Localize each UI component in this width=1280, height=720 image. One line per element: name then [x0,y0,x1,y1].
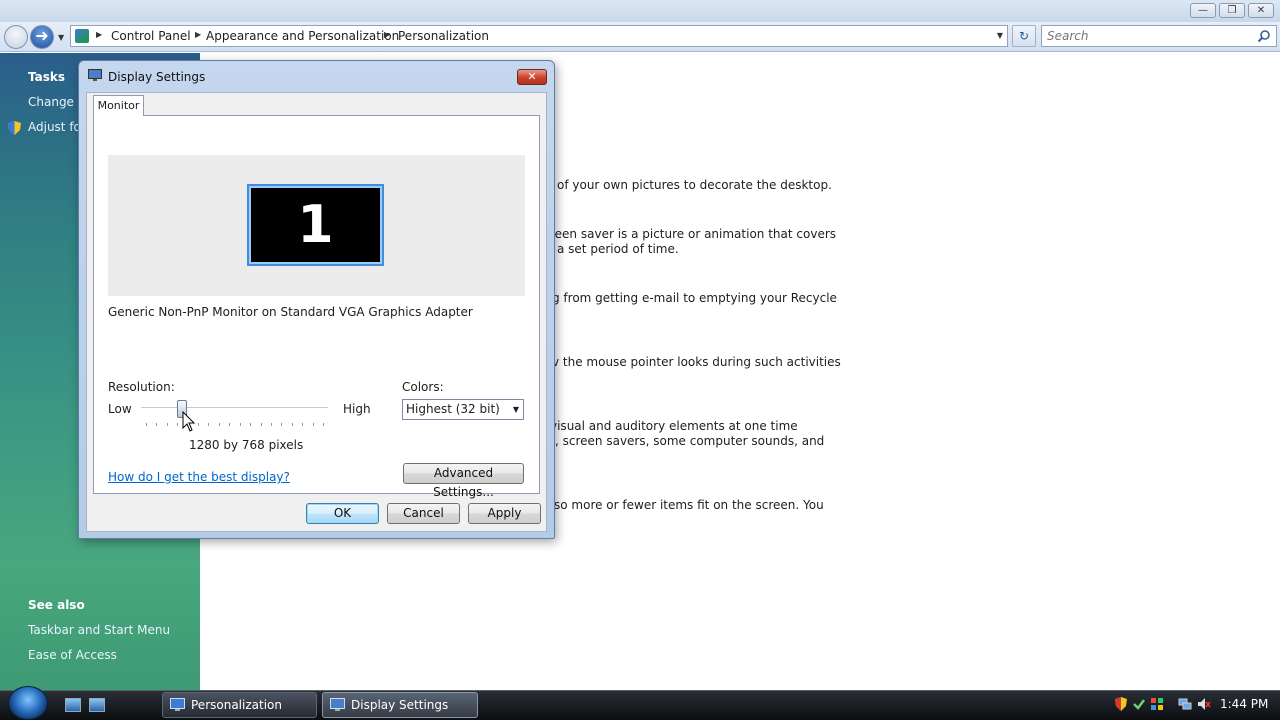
network-icon[interactable] [1178,697,1192,711]
chevron-down-icon: ▼ [512,405,519,414]
maximize-button[interactable]: ❐ [1219,3,1245,18]
network-check-icon[interactable] [1132,697,1146,711]
search-icon[interactable] [1257,29,1271,43]
breadcrumb-control-panel[interactable]: Control Panel [111,29,191,43]
colors-selected-value: Highest (32 bit) [406,402,500,416]
resolution-slider-track[interactable] [141,407,328,409]
address-dropdown-icon[interactable]: ▼ [997,31,1003,40]
slider-tick [208,423,210,426]
control-panel-icon [75,29,89,43]
slider-tick [312,423,314,426]
slider-tick [323,423,324,426]
apply-button[interactable]: Apply [468,503,541,524]
mouse-pointer-icon [182,411,196,432]
volume-muted-icon[interactable] [1197,697,1211,711]
colors-label: Colors: [402,380,444,394]
dialog-close-button[interactable]: ✕ [517,69,547,85]
see-also-heading: See also [28,598,85,612]
monitor-1-tile[interactable]: 1 [247,184,384,266]
ok-button[interactable]: OK [306,503,379,524]
breadcrumb-appearance[interactable]: Appearance and Personalization [206,29,399,43]
uac-shield-icon [8,121,21,135]
close-window-button[interactable]: ✕ [1248,3,1274,18]
monitor-description: Generic Non-PnP Monitor on Standard VGA … [108,305,473,319]
taskbar-display-settings-label: Display Settings [351,698,449,712]
slider-tick [260,423,262,426]
taskbar-start-menu-link[interactable]: Taskbar and Start Menu [28,623,170,637]
slider-tick [218,423,220,426]
switch-windows-icon[interactable] [89,698,105,712]
slider-low-label: Low [108,402,132,416]
tasks-heading: Tasks [28,70,66,84]
monitor-arrangement-preview: 1 [108,155,525,296]
windows-sidebar-icon[interactable] [1150,697,1164,711]
taskbar-personalization[interactable]: Personalization [162,692,317,718]
slider-tick [198,423,200,426]
theme-description-2: , screen savers, some computer sounds, a… [555,434,825,448]
resolution-label: Resolution: [108,380,175,394]
slider-tick [270,423,272,426]
monitor-number: 1 [251,188,380,262]
display-settings-description: so more or fewer items fit on the screen… [554,498,824,512]
tab-monitor[interactable]: Monitor [93,95,144,116]
taskbar-display-settings[interactable]: Display Settings [322,692,478,718]
desktop-background-description: of your own pictures to decorate the des… [557,178,832,192]
slider-tick [291,423,293,426]
start-button[interactable] [8,686,48,720]
breadcrumb-personalization[interactable]: Personalization [398,29,489,43]
slider-tick [156,423,158,426]
chevron-right-icon[interactable]: ▶ [96,30,102,39]
mouse-pointers-description: v the mouse pointer looks during such ac… [552,355,841,369]
resolution-value: 1280 by 768 pixels [189,438,304,452]
slider-tick [281,423,283,426]
back-button[interactable] [4,25,28,49]
system-clock: 1:44 PM [1220,697,1269,711]
search-box[interactable] [1041,25,1277,47]
best-display-help-link[interactable]: How do I get the best display? [108,470,290,484]
display-icon [88,69,102,81]
display-icon [330,698,345,711]
slider-tick [239,423,241,426]
task-link-change[interactable]: Change d [28,95,85,109]
slider-high-label: High [343,402,371,416]
slider-tick [229,423,231,426]
forward-button[interactable]: ➜ [30,25,54,49]
chevron-right-icon[interactable]: ▶ [384,30,390,39]
advanced-settings-button[interactable]: Advanced Settings... [403,463,524,499]
task-link-adjust[interactable]: Adjust fo [28,120,81,134]
screen-saver-description-2: a set period of time. [557,242,679,256]
slider-tick [250,423,252,426]
display-settings-dialog: Display Settings ✕ Monitor 1 Generic Non… [78,60,555,539]
theme-description: visual and auditory elements at one time [550,419,798,433]
monitor-tab-panel: 1 Generic Non-PnP Monitor on Standard VG… [93,115,540,499]
dialog-title: Display Settings [108,70,206,84]
slider-tick [146,423,147,426]
slider-tick [302,423,304,426]
search-input[interactable] [1047,27,1247,45]
address-box[interactable]: ▶ Control Panel ▶ Appearance and Persona… [70,25,1008,47]
chevron-right-icon[interactable]: ▶ [195,30,201,39]
slider-tick [166,423,168,426]
security-shield-icon[interactable] [1114,697,1128,711]
sounds-description: g from getting e-mail to emptying your R… [552,291,837,305]
cancel-button[interactable]: Cancel [387,503,460,524]
dialog-body: Monitor 1 Generic Non-PnP Monitor on Sta… [86,92,547,532]
recent-pages-dropdown-icon[interactable]: ▼ [58,33,64,42]
slider-tick [177,423,179,426]
colors-dropdown[interactable]: Highest (32 bit) ▼ [402,399,524,420]
taskbar-personalization-label: Personalization [191,698,282,712]
ease-of-access-link[interactable]: Ease of Access [28,648,117,662]
window-title-bar: — ❐ ✕ [0,0,1280,22]
refresh-button[interactable]: ↻ [1012,25,1036,47]
show-desktop-icon[interactable] [65,698,81,712]
minimize-button[interactable]: — [1190,3,1216,18]
screen-saver-description: reen saver is a picture or animation tha… [550,227,837,241]
control-panel-icon [170,698,185,711]
